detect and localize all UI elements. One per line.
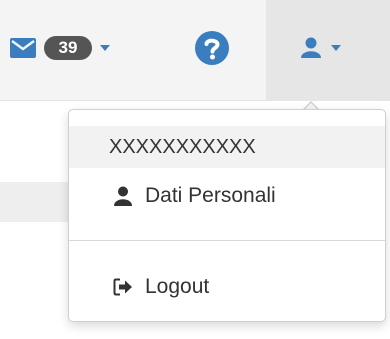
messages-button[interactable]: 39 xyxy=(10,28,110,68)
user-menu-button[interactable] xyxy=(300,32,341,64)
chevron-down-icon xyxy=(331,45,341,51)
user-icon xyxy=(113,186,133,206)
help-button[interactable] xyxy=(194,30,230,66)
top-navbar: 39 xyxy=(0,0,390,101)
user-dropdown-menu: XXXXXXXXXXX Dati Personali Logout xyxy=(68,109,386,322)
envelope-icon xyxy=(10,38,36,58)
logout-label: Logout xyxy=(145,275,210,298)
dati-personali-label: Dati Personali xyxy=(145,184,276,207)
chevron-down-icon xyxy=(100,45,110,51)
question-circle-icon xyxy=(194,30,230,66)
user-icon xyxy=(300,37,322,59)
sign-out-icon xyxy=(113,278,133,296)
menu-divider xyxy=(69,240,385,241)
dati-personali-menu-item[interactable]: Dati Personali xyxy=(69,174,385,218)
logout-menu-item[interactable]: Logout xyxy=(69,265,385,309)
dropdown-username-header: XXXXXXXXXXX xyxy=(69,126,385,168)
messages-count-badge: 39 xyxy=(44,36,92,60)
background-panel xyxy=(0,182,70,222)
